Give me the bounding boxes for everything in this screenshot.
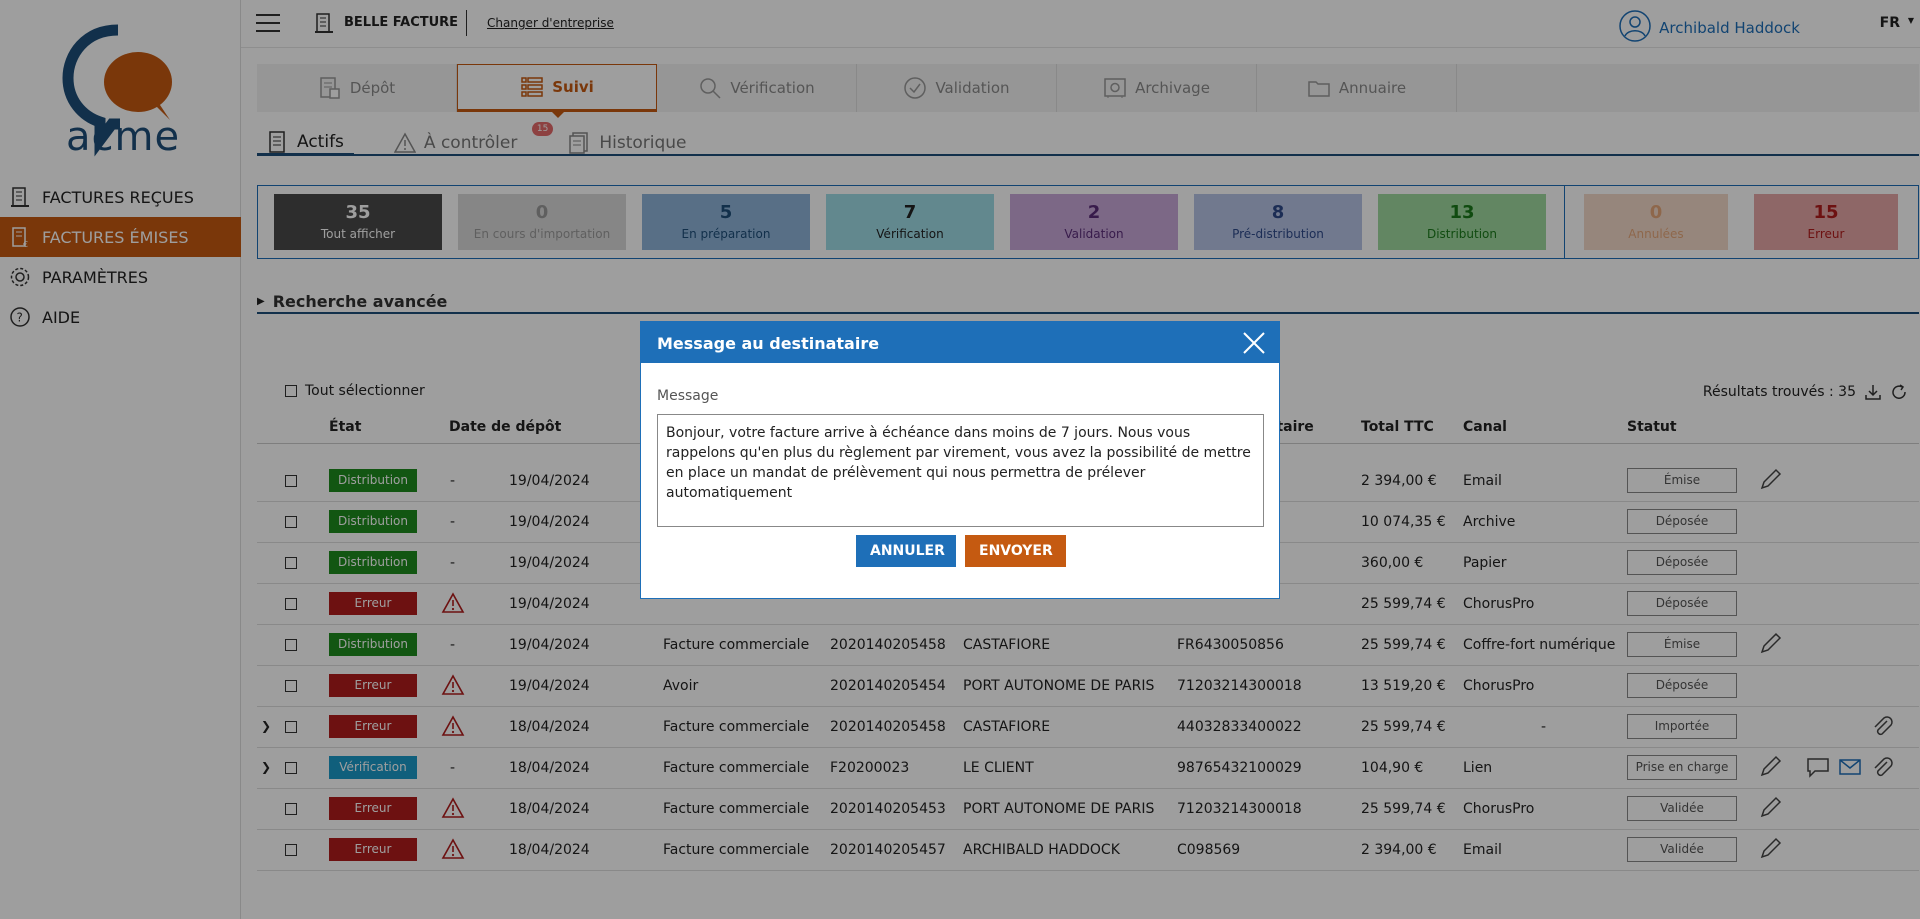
message-label: Message xyxy=(657,388,719,404)
message-dialog: Message au destinataire Message Bonjour,… xyxy=(640,321,1280,599)
send-button[interactable]: ENVOYER xyxy=(965,535,1066,567)
cancel-button[interactable]: ANNULER xyxy=(856,535,956,567)
close-icon[interactable] xyxy=(1239,328,1269,358)
dialog-header: Message au destinataire xyxy=(641,322,1279,363)
dialog-title: Message au destinataire xyxy=(657,334,880,353)
message-textarea[interactable]: Bonjour, votre facture arrive à échéance… xyxy=(657,414,1264,527)
